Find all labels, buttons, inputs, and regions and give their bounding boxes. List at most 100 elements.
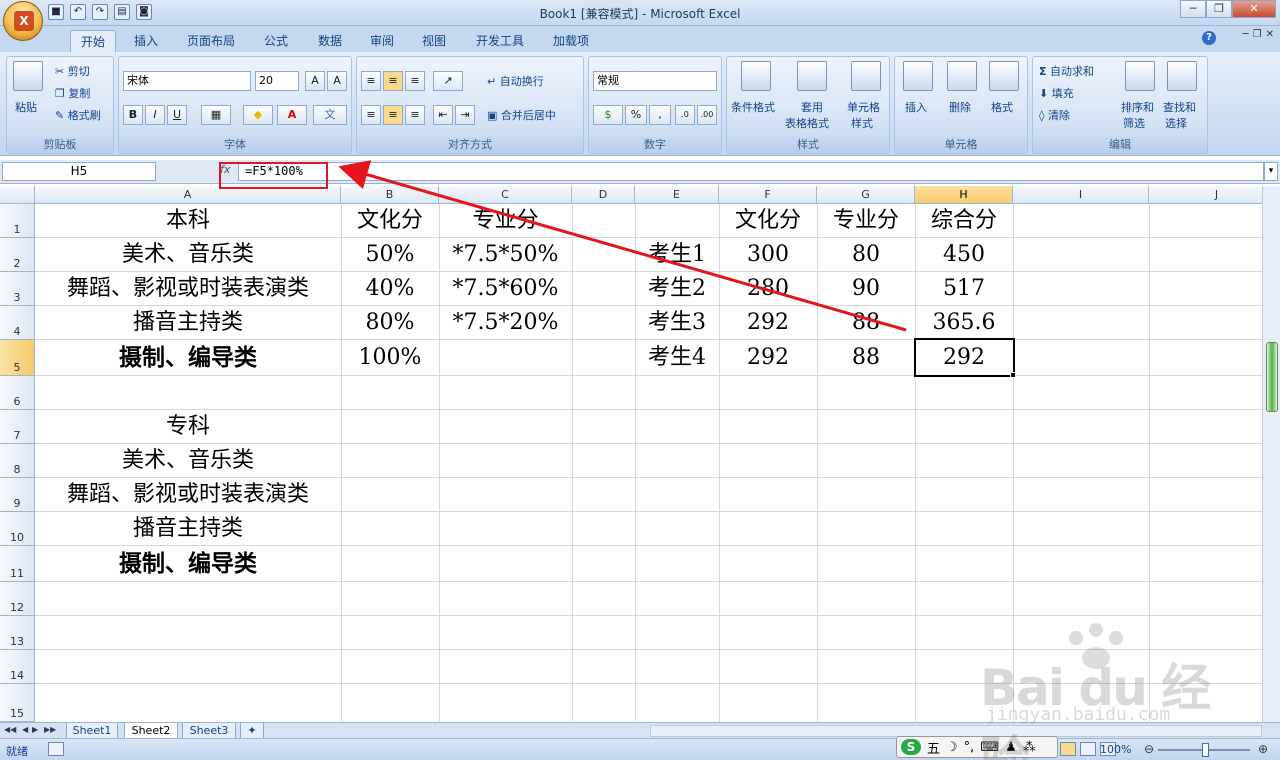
sort-filter-line1[interactable]: 排序和 [1121,99,1154,115]
next-sheet-icon[interactable]: ▶ [32,725,38,734]
tab-home[interactable]: 开始 [70,30,116,52]
last-sheet-icon[interactable]: ▶▶ [44,725,56,734]
bold-button[interactable]: B [123,105,143,125]
cell-h4[interactable]: 365.6 [915,306,1013,340]
cell-b5[interactable]: 100% [341,341,439,375]
cell-h1[interactable]: 综合分 [915,204,1013,238]
cell-g3[interactable]: 90 [817,272,915,306]
row-header-3[interactable]: 3 [0,272,35,306]
row-header-13[interactable]: 13 [0,616,35,650]
row-header-5[interactable]: 5 [0,340,35,376]
format-cells-button[interactable]: 格式 [991,99,1013,115]
delete-cells-button[interactable]: 删除 [949,99,971,115]
column-header-b[interactable]: B [341,186,439,204]
phonetic-icon[interactable]: 文 [313,105,347,125]
cell-a11[interactable]: 摄制、编导类 [35,547,341,581]
row-header-8[interactable]: 8 [0,444,35,478]
cell-h2[interactable]: 450 [915,238,1013,272]
row-header-11[interactable]: 11 [0,546,35,582]
column-header-d[interactable]: D [572,186,635,204]
office-button[interactable]: X [3,1,43,41]
copy-button[interactable]: ❐ 复制 [55,85,90,101]
sheet-tab-1[interactable]: Sheet1 [66,723,118,739]
expand-formula-icon[interactable]: ▾ [1264,162,1278,181]
cell-g1[interactable]: 专业分 [817,204,915,238]
row-header-6[interactable]: 6 [0,376,35,410]
percent-button[interactable]: % [625,105,647,125]
restore-button[interactable]: ❐ [1206,0,1232,18]
cell-styles-line2[interactable]: 样式 [851,115,873,131]
cell-styles-line1[interactable]: 单元格 [847,99,880,115]
first-sheet-icon[interactable]: ◀◀ [4,725,16,734]
cell-e2[interactable]: 考生1 [635,238,719,272]
paste-button[interactable]: 粘贴 [15,99,37,115]
cut-button[interactable]: ✂ 剪切 [55,63,90,79]
sort-filter-icon[interactable] [1125,61,1155,91]
cell-c3[interactable]: *7.5*60% [439,272,572,306]
clear-button[interactable]: ◊ 清除 [1039,107,1070,123]
select-all-corner[interactable] [0,186,35,204]
format-cells-icon[interactable] [989,61,1019,91]
sheet-tab-2[interactable]: Sheet2 [124,723,178,739]
cell-styles-icon[interactable] [851,61,881,91]
cell-a8[interactable]: 美术、音乐类 [35,444,341,478]
row-header-4[interactable]: 4 [0,306,35,340]
paste-icon[interactable] [13,61,43,91]
autosum-button[interactable]: Σ 自动求和 [1039,63,1094,79]
cell-f5[interactable]: 292 [719,341,817,375]
font-name-select[interactable]: 宋体 [123,71,251,91]
fill-color-icon[interactable]: ◆ [243,105,273,125]
cell-a2[interactable]: 美术、音乐类 [35,238,341,272]
cell-a10[interactable]: 播音主持类 [35,512,341,546]
help-icon[interactable]: ? [1202,31,1216,45]
tab-insert[interactable]: 插入 [124,30,168,52]
cell-e3[interactable]: 考生2 [635,272,719,306]
insert-sheet-icon[interactable]: ✦ [240,723,264,739]
column-header-g[interactable]: G [817,186,915,204]
delete-cells-icon[interactable] [947,61,977,91]
cell-c2[interactable]: *7.5*50% [439,238,572,272]
format-table-line1[interactable]: 套用 [801,99,823,115]
grow-font-icon[interactable]: A [305,71,325,91]
shrink-font-icon[interactable]: A [327,71,347,91]
cell-f1[interactable]: 文化分 [719,204,817,238]
format-table-line2[interactable]: 表格格式 [785,115,829,131]
increase-decimal-icon[interactable]: .0 [675,105,695,125]
formula-input[interactable]: =F5*100% [238,162,1264,181]
cell-b3[interactable]: 40% [341,272,439,306]
format-table-icon[interactable] [797,61,827,91]
column-header-h[interactable]: H [915,186,1013,204]
orientation-icon[interactable]: ↗ [433,71,463,91]
currency-icon[interactable]: $ [593,105,623,125]
cell-e5[interactable]: 考生4 [635,341,719,375]
ime-mode[interactable]: 五 [927,738,940,757]
find-select-line2[interactable]: 选择 [1165,115,1187,131]
merge-center-button[interactable]: ▣ 合并后居中 [487,107,556,123]
cell-g4[interactable]: 88 [817,306,915,340]
row-header-1[interactable]: 1 [0,204,35,238]
vertical-scrollbar[interactable] [1262,186,1280,722]
sort-filter-line2[interactable]: 筛选 [1123,115,1145,131]
row-header-12[interactable]: 12 [0,582,35,616]
row-header-7[interactable]: 7 [0,410,35,444]
punctuation-icon[interactable]: °, [964,740,975,755]
comma-button[interactable]: , [649,105,671,125]
prev-sheet-icon[interactable]: ◀ [22,725,28,734]
format-painter-button[interactable]: ✎ 格式刷 [55,107,101,123]
row-header-15[interactable]: 15 [0,684,35,722]
font-size-select[interactable]: 20 [255,71,299,91]
cell-f3[interactable]: 280 [719,272,817,306]
find-select-line1[interactable]: 查找和 [1163,99,1196,115]
fill-handle[interactable] [1010,372,1016,378]
tab-view[interactable]: 视图 [412,30,456,52]
number-format-select[interactable]: 常规 [593,71,717,91]
vertical-scroll-thumb[interactable] [1266,342,1278,412]
tab-review[interactable]: 审阅 [360,30,404,52]
conditional-format-icon[interactable] [741,61,771,91]
doc-minimize-icon[interactable]: ─ [1243,29,1249,40]
macro-record-icon[interactable] [48,742,64,756]
tab-developer[interactable]: 开发工具 [468,30,532,52]
align-right-icon[interactable]: ≡ [405,105,425,125]
row-header-2[interactable]: 2 [0,238,35,272]
cell-g5[interactable]: 88 [817,341,915,375]
